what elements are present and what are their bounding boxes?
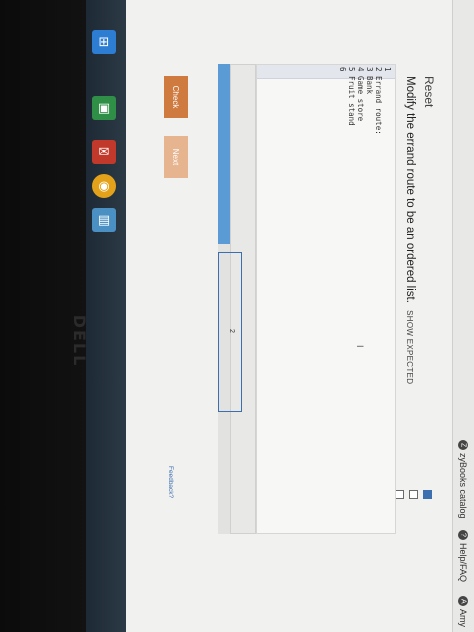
step-number: 2	[228, 329, 235, 333]
bookmark-label: Help/FAQ	[458, 543, 468, 583]
store-app-icon[interactable]: ▣	[92, 96, 116, 120]
taskbar: ⊞ ▣ ✉ ◉ ▤	[86, 0, 126, 632]
folder-icon[interactable]: ▤	[92, 208, 116, 232]
bookmark-zybooks-catalog[interactable]: Z zyBooks catalog	[454, 440, 472, 519]
code-line: 6	[338, 67, 347, 72]
instructions: Modify the errand route to be an ordered…	[404, 76, 416, 384]
progress-checks	[392, 490, 432, 550]
code-line: 5 Fruit stand	[347, 67, 356, 126]
code-editor[interactable]: 1 2 Errand route: 3 Bank 4 Game store 5 …	[256, 64, 396, 534]
feedback-link[interactable]: Feedback?	[167, 466, 174, 498]
reset-button[interactable]: Reset	[422, 76, 436, 107]
bookmarks-bar: Z zyBooks catalog ? Help/FAQ A Amy	[452, 0, 474, 632]
text-cursor-icon: I	[355, 345, 365, 348]
amy-icon: A	[458, 596, 468, 606]
code-line: 3 Bank	[365, 67, 374, 95]
code-line: 1	[383, 67, 392, 72]
active-step-box[interactable]: 2	[218, 252, 242, 412]
bookmark-help-faq[interactable]: ? Help/FAQ	[454, 530, 472, 582]
instructions-text: Modify the errand route to be an ordered…	[404, 76, 416, 303]
windows-start-icon[interactable]: ⊞	[92, 30, 116, 54]
empty-check-icon	[409, 490, 418, 499]
zybooks-icon: Z	[458, 440, 468, 450]
show-expected-button[interactable]: SHOW EXPECTED	[405, 310, 414, 384]
chrome-icon[interactable]: ◉	[92, 174, 116, 198]
code-line: 2 Errand route:	[374, 67, 383, 135]
exercise-panel: Reset Modify the errand route to be an o…	[140, 52, 440, 572]
code-line: 4 Game store	[356, 67, 365, 122]
check-icon	[423, 490, 432, 499]
empty-check-icon	[395, 490, 404, 499]
mail-app-icon[interactable]: ✉	[92, 140, 116, 164]
help-icon: ?	[458, 530, 468, 540]
bookmark-label: Amy	[458, 609, 468, 627]
progress-bar-filled	[218, 64, 230, 244]
bookmark-amy[interactable]: A Amy	[454, 596, 472, 627]
check-button[interactable]: Check	[164, 76, 188, 118]
next-button[interactable]: Next	[164, 136, 188, 178]
bookmark-label: zyBooks catalog	[458, 453, 468, 519]
